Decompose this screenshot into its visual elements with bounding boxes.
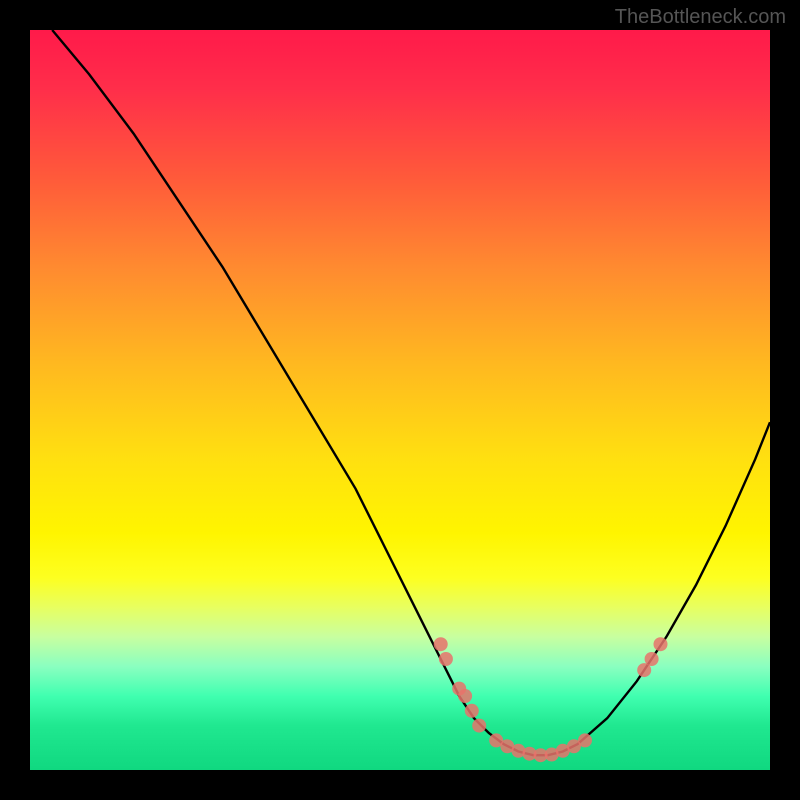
data-point bbox=[458, 689, 472, 703]
data-point bbox=[439, 652, 453, 666]
watermark-text: TheBottleneck.com bbox=[615, 6, 786, 29]
data-point bbox=[578, 733, 592, 747]
data-point bbox=[472, 719, 486, 733]
data-point bbox=[465, 704, 479, 718]
data-point bbox=[434, 637, 448, 651]
chart-background bbox=[30, 30, 770, 770]
data-point bbox=[654, 637, 668, 651]
chart-svg bbox=[30, 30, 770, 770]
data-points-group bbox=[434, 637, 668, 762]
data-point bbox=[645, 652, 659, 666]
